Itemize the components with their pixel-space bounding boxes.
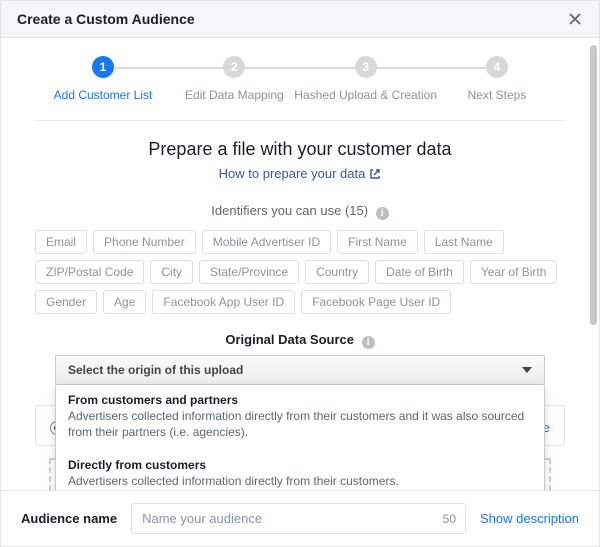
- step-label: Add Customer List: [54, 88, 153, 102]
- audience-name-input[interactable]: [131, 503, 466, 534]
- step-add-customer-list[interactable]: 1 Add Customer List: [43, 56, 163, 102]
- step-hashed-upload[interactable]: 3 Hashed Upload & Creation: [306, 56, 426, 102]
- option-desc: Advertisers collected information direct…: [68, 473, 532, 489]
- modal-header: Create a Custom Audience: [1, 1, 599, 38]
- data-source-select-button[interactable]: Select the origin of this upload: [55, 355, 545, 385]
- identifier-chips: Email Phone Number Mobile Advertiser ID …: [35, 230, 565, 314]
- chip-zip[interactable]: ZIP/Postal Code: [35, 260, 144, 284]
- external-link-icon: [369, 168, 381, 183]
- chip-last-name[interactable]: Last Name: [424, 230, 504, 254]
- page-title: Prepare a file with your customer data: [35, 139, 565, 160]
- step-label: Hashed Upload & Creation: [294, 88, 437, 102]
- step-number: 4: [486, 56, 508, 78]
- chip-state[interactable]: State/Province: [199, 260, 299, 284]
- show-description-link[interactable]: Show description: [480, 511, 579, 526]
- chevron-down-icon: [522, 367, 532, 373]
- identifiers-heading: Identifiers you can use (15) i: [35, 203, 565, 220]
- chip-dob[interactable]: Date of Birth: [375, 260, 464, 284]
- chip-maid[interactable]: Mobile Advertiser ID: [202, 230, 331, 254]
- step-number: 3: [355, 56, 377, 78]
- stepper: 1 Add Customer List 2 Edit Data Mapping …: [35, 56, 565, 121]
- create-custom-audience-modal: Create a Custom Audience 1 Add Customer …: [0, 0, 600, 547]
- option-title: Directly from customers: [68, 458, 532, 472]
- chip-phone[interactable]: Phone Number: [93, 230, 196, 254]
- scrollbar[interactable]: [590, 45, 597, 325]
- option-directly-from-customers[interactable]: Directly from customers Advertisers coll…: [56, 450, 544, 490]
- option-desc: Advertisers collected information direct…: [68, 408, 532, 440]
- data-source-placeholder: Select the origin of this upload: [68, 363, 243, 377]
- info-icon[interactable]: i: [376, 207, 389, 220]
- audience-name-label: Audience name: [21, 511, 117, 526]
- prepare-data-link[interactable]: How to prepare your data: [219, 166, 382, 181]
- prepare-data-link-wrap: How to prepare your data: [35, 166, 565, 183]
- chip-page-user-id[interactable]: Facebook Page User ID: [301, 290, 451, 314]
- original-data-source-heading: Original Data Source i: [35, 332, 565, 349]
- close-icon[interactable]: [567, 11, 583, 27]
- chip-yob[interactable]: Year of Birth: [470, 260, 558, 284]
- step-edit-data-mapping[interactable]: 2 Edit Data Mapping: [174, 56, 294, 102]
- chip-age[interactable]: Age: [103, 290, 146, 314]
- modal-body: 1 Add Customer List 2 Edit Data Mapping …: [1, 38, 599, 490]
- chip-gender[interactable]: Gender: [35, 290, 97, 314]
- chip-app-user-id[interactable]: Facebook App User ID: [152, 290, 295, 314]
- step-label: Next Steps: [468, 88, 527, 102]
- audience-name-field-wrap: 50: [131, 503, 466, 534]
- step-next-steps[interactable]: 4 Next Steps: [437, 56, 557, 102]
- chip-city[interactable]: City: [150, 260, 193, 284]
- step-number: 1: [92, 56, 114, 78]
- data-source-options-panel: From customers and partners Advertisers …: [55, 385, 545, 490]
- chip-country[interactable]: Country: [305, 260, 369, 284]
- option-customers-and-partners[interactable]: From customers and partners Advertisers …: [56, 385, 544, 450]
- char-limit: 50: [443, 512, 456, 526]
- modal-footer: Audience name 50 Show description: [1, 490, 599, 546]
- chip-first-name[interactable]: First Name: [337, 230, 418, 254]
- step-number: 2: [223, 56, 245, 78]
- data-source-dropdown: Select the origin of this upload From cu…: [27, 355, 573, 385]
- chip-email[interactable]: Email: [35, 230, 87, 254]
- step-label: Edit Data Mapping: [185, 88, 284, 102]
- modal-title: Create a Custom Audience: [17, 11, 195, 27]
- info-icon[interactable]: i: [362, 336, 375, 349]
- option-title: From customers and partners: [68, 393, 532, 407]
